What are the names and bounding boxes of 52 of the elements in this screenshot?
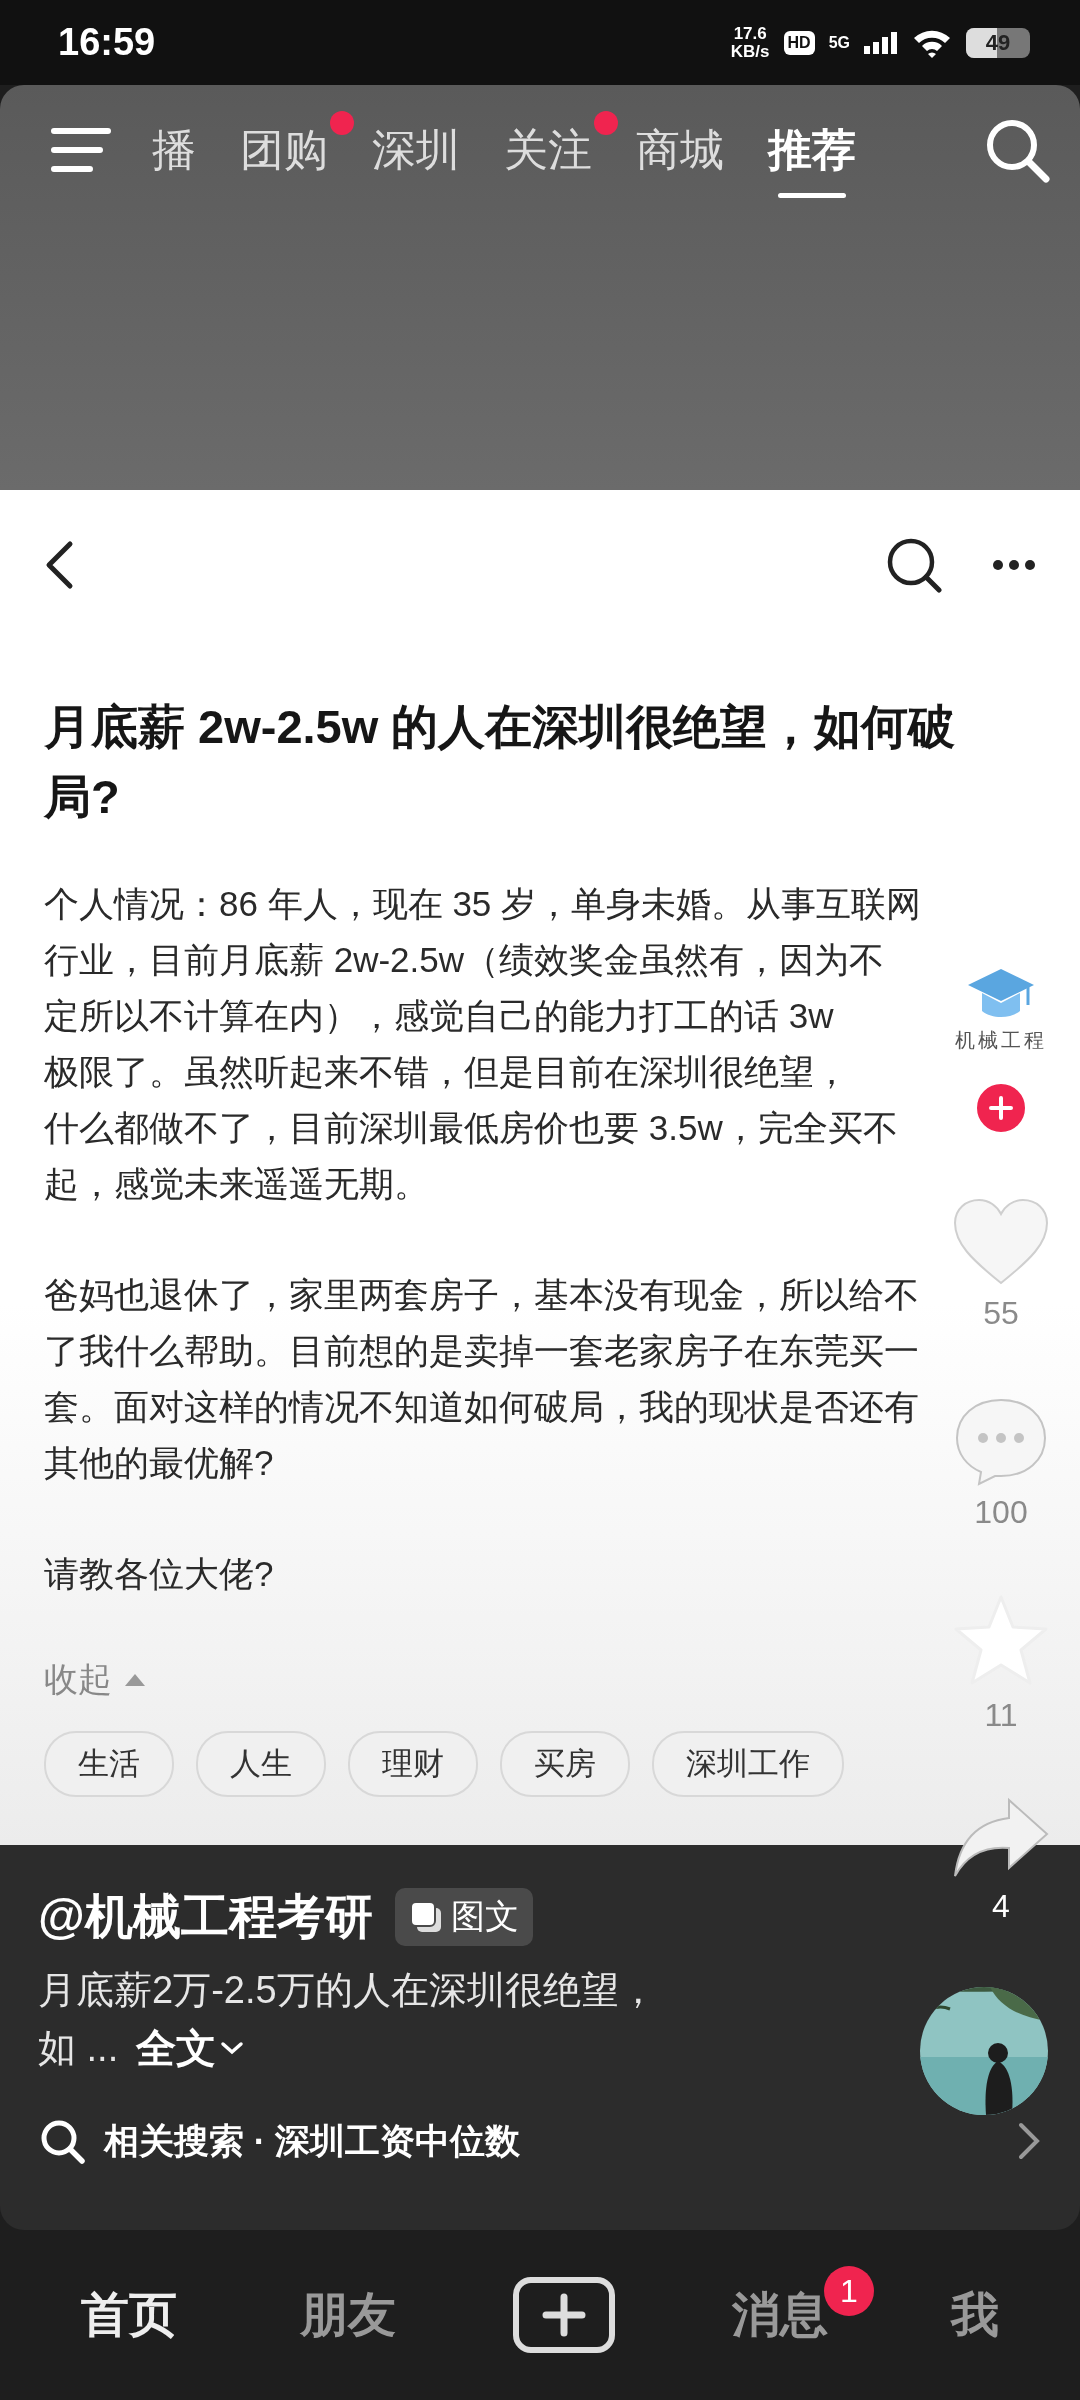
feed-tab[interactable]: 播 (152, 106, 196, 194)
search-icon[interactable] (984, 117, 1050, 183)
network-type: 5G (828, 33, 850, 52)
post-text-line: 行业，目前月底薪 2w-2.5w（绩效奖金虽然有，因为不 (44, 939, 885, 981)
plus-icon (989, 1096, 1013, 1120)
action-count: 100 (974, 1494, 1028, 1531)
caret-up-icon (124, 1673, 146, 1687)
topic-tag[interactable]: 买房 (500, 1731, 630, 1797)
feed-tab[interactable]: 团购 (240, 106, 328, 194)
feed-tab[interactable]: 深圳 (372, 106, 460, 194)
nav-tab[interactable]: 朋友 (294, 2282, 403, 2348)
post-text-line: 套。面对这样的情况不知道如何破局，我的现状是否还有 (44, 1386, 919, 1428)
more-icon[interactable] (992, 559, 1036, 571)
network-speed: 17.6 (733, 24, 767, 43)
topic-tag[interactable]: 理财 (348, 1731, 478, 1797)
expand-button[interactable]: 全文 (136, 2020, 245, 2076)
nav-tab[interactable]: 首页 (75, 2282, 184, 2348)
post-text-line: 什么都做不了，目前深圳最低房价也要 3.5w，完全买不 (44, 1107, 898, 1149)
topic-tag[interactable]: 深圳工作 (652, 1731, 844, 1797)
chevron-down-icon (220, 2040, 245, 2056)
nav-tab[interactable]: 我 (944, 2282, 1005, 2348)
post-text-line: 定所以不计算在内），感觉自己的能力打工的话 3w (44, 995, 834, 1037)
post-text-line: 其他的最优解? (44, 1442, 274, 1484)
caption-line: 月底薪2万-2.5万的人在深圳很绝望， (38, 1968, 658, 2013)
topic-tag[interactable]: 人生 (196, 1731, 326, 1797)
caption-line: 如 ... (38, 2026, 119, 2071)
hd-indicator: HD (783, 30, 815, 55)
clock: 16:59 (58, 21, 156, 64)
post-title: 月底薪 2w-2.5w 的人在深圳很绝望，如何破局? (44, 699, 957, 825)
author-name[interactable]: @机械工程考研 (38, 1885, 373, 1949)
post-text-line: 起，感觉未来遥遥无期。 (44, 1163, 429, 1205)
notification-badge: 1 (823, 2266, 874, 2316)
speed-unit: KB/s (730, 42, 770, 61)
back-icon[interactable] (44, 540, 74, 590)
post-text-line: 爸妈也退休了，家里两套房子，基本没有现金，所以给不 (44, 1274, 919, 1316)
post-text-line: 极限了。虽然听起来不错，但是目前在深圳很绝望， (44, 1051, 849, 1093)
post-text-line: 个人情况：86 年人，现在 35 岁，单身未婚。从事互联网 (44, 883, 922, 925)
plus-icon (542, 2293, 586, 2337)
feed-tab[interactable]: 商城 (636, 106, 724, 194)
action-count: 11 (984, 1697, 1018, 1734)
post-text-line: 了我什么帮助。目前想的是卖掉一套老家房子在东莞买一 (44, 1330, 919, 1372)
menu-icon[interactable] (50, 125, 112, 175)
feed-tab[interactable]: 关注 (504, 106, 592, 194)
add-button[interactable] (513, 2277, 615, 2353)
action-count: 4 (992, 1888, 1010, 1925)
signal-icon (864, 31, 898, 54)
action-count: 55 (983, 1295, 1019, 1332)
post-type-badge: 图文 (394, 1888, 533, 1946)
search-icon[interactable] (886, 537, 942, 593)
related-search-bar[interactable]: 相关搜索 · 深圳工资中位数 (38, 2117, 1040, 2165)
post-text-line: 请教各位大佬? (44, 1553, 274, 1595)
topic-tag[interactable]: 生活 (44, 1731, 174, 1797)
